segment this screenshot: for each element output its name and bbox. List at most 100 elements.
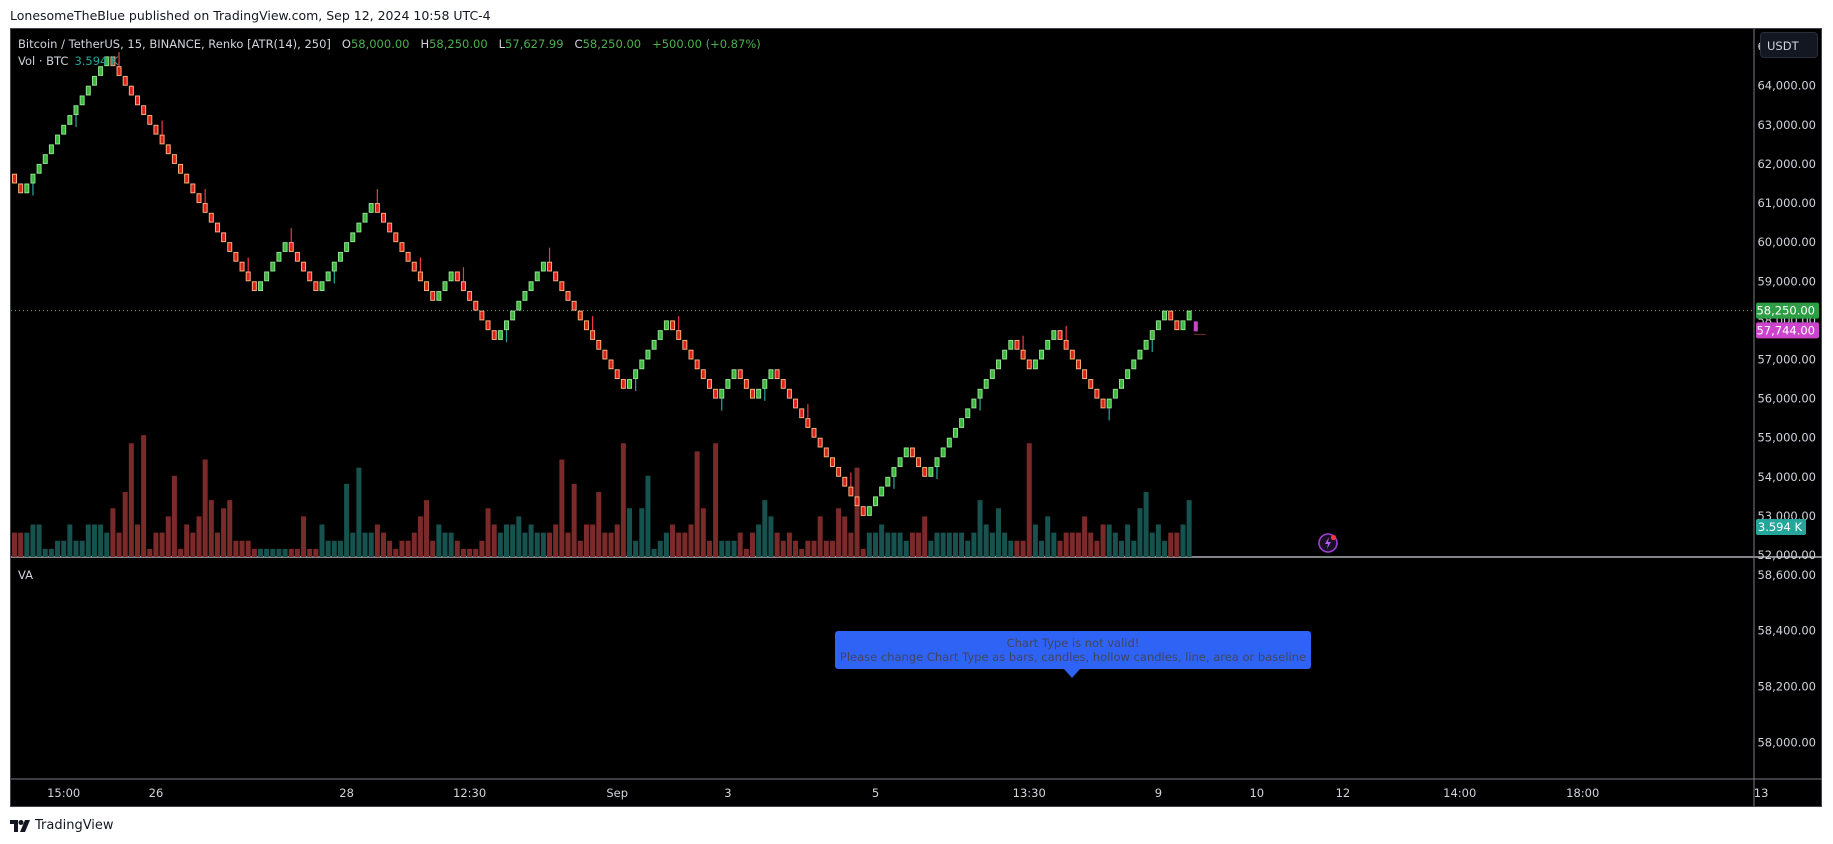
renko-brick[interactable] — [233, 251, 239, 262]
renko-brick[interactable] — [1143, 339, 1149, 350]
renko-brick[interactable] — [1094, 388, 1100, 399]
renko-brick[interactable] — [479, 310, 485, 321]
renko-brick[interactable] — [983, 379, 989, 389]
renko-brick[interactable] — [602, 349, 608, 360]
renko-brick[interactable] — [448, 271, 454, 282]
renko-brick[interactable] — [1008, 339, 1014, 350]
renko-brick[interactable] — [1045, 339, 1051, 350]
renko-brick[interactable] — [996, 359, 1001, 370]
renko-brick[interactable] — [866, 506, 872, 516]
renko-brick[interactable] — [1088, 379, 1094, 389]
renko-brick[interactable] — [460, 281, 466, 292]
renko-brick[interactable] — [67, 115, 73, 125]
renko-brick[interactable] — [873, 496, 878, 507]
renko-brick[interactable] — [522, 291, 528, 301]
renko-brick[interactable] — [565, 291, 571, 301]
renko-brick[interactable] — [1014, 339, 1020, 350]
renko-brick[interactable] — [620, 379, 626, 389]
renko-brick[interactable] — [1131, 359, 1137, 370]
renko-brick[interactable] — [608, 359, 614, 370]
renko-brick[interactable] — [1174, 320, 1180, 331]
renko-brick[interactable] — [171, 154, 177, 164]
renko-brick[interactable] — [270, 261, 276, 272]
renko-brick[interactable] — [196, 193, 202, 204]
renko-brick[interactable] — [79, 95, 85, 106]
renko-brick[interactable] — [251, 281, 257, 292]
renko-brick[interactable] — [614, 369, 620, 380]
renko-brick[interactable] — [307, 271, 313, 282]
renko-brick[interactable] — [1100, 398, 1106, 409]
renko-brick[interactable] — [547, 261, 553, 272]
renko-brick[interactable] — [829, 457, 835, 468]
renko-brick[interactable] — [934, 457, 940, 468]
tradingview-logo[interactable]: TradingView — [10, 818, 114, 833]
renko-brick[interactable] — [583, 320, 589, 331]
renko-brick[interactable] — [55, 134, 61, 145]
renko-brick[interactable] — [294, 251, 300, 262]
renko-brick[interactable] — [977, 388, 983, 399]
renko-brick[interactable] — [497, 330, 503, 340]
renko-brick[interactable] — [903, 447, 909, 458]
renko-brick[interactable] — [1155, 320, 1161, 331]
renko-brick[interactable] — [571, 300, 577, 311]
renko-brick[interactable] — [301, 261, 307, 272]
renko-brick[interactable] — [36, 163, 42, 174]
renko-brick[interactable] — [768, 369, 774, 380]
renko-brick[interactable] — [430, 291, 436, 301]
renko-brick[interactable] — [30, 173, 36, 184]
renko-brick[interactable] — [676, 330, 682, 340]
renko-brick[interactable] — [153, 124, 159, 135]
renko-brick[interactable] — [516, 300, 522, 311]
renko-brick[interactable] — [639, 359, 645, 370]
renko-brick[interactable] — [42, 154, 48, 164]
renko-brick[interactable] — [633, 369, 639, 380]
renko-brick[interactable] — [1112, 388, 1118, 399]
renko-brick[interactable] — [405, 251, 411, 262]
renko-brick[interactable] — [897, 457, 903, 468]
renko-brick[interactable] — [688, 349, 694, 360]
renko-brick[interactable] — [202, 203, 208, 213]
renko-brick[interactable] — [245, 271, 251, 282]
renko-brick[interactable] — [1106, 398, 1112, 409]
chart-canvas[interactable]: 65,000.0064,000.0063,000.0062,000.0061,0… — [0, 0, 1833, 844]
renko-brick[interactable] — [553, 271, 559, 282]
renko-brick[interactable] — [393, 232, 399, 243]
renko-brick[interactable] — [1186, 310, 1192, 321]
renko-brick[interactable] — [989, 369, 995, 380]
renko-brick[interactable] — [885, 476, 891, 487]
renko-brick[interactable] — [793, 398, 799, 409]
renko-brick[interactable] — [1069, 349, 1075, 360]
renko-brick[interactable] — [319, 281, 325, 292]
renko-brick[interactable] — [48, 144, 54, 155]
renko-brick[interactable] — [725, 379, 731, 389]
renko-brick[interactable] — [510, 310, 516, 321]
renko-brick[interactable] — [1002, 349, 1008, 360]
renko-brick[interactable] — [916, 457, 922, 468]
renko-brick[interactable] — [276, 251, 282, 262]
renko-brick[interactable] — [325, 271, 331, 282]
renko-brick[interactable] — [590, 330, 596, 340]
renko-brick[interactable] — [1180, 320, 1186, 331]
renko-brick[interactable] — [1039, 349, 1045, 360]
renko-brick[interactable] — [848, 486, 854, 497]
renko-brick[interactable] — [713, 388, 719, 399]
renko-brick[interactable] — [337, 251, 343, 262]
renko-brick[interactable] — [264, 271, 270, 282]
renko-brick[interactable] — [128, 85, 134, 96]
renko-brick[interactable] — [823, 447, 829, 458]
renko-brick[interactable] — [694, 359, 700, 370]
renko-brick[interactable] — [909, 447, 915, 458]
renko-brick[interactable] — [1137, 349, 1143, 360]
renko-brick[interactable] — [85, 85, 91, 96]
renko-brick[interactable] — [577, 310, 583, 321]
renko-brick[interactable] — [540, 261, 546, 272]
renko-brick[interactable] — [454, 271, 460, 282]
renko-brick[interactable] — [1051, 330, 1057, 340]
renko-brick[interactable] — [891, 467, 897, 477]
renko-brick[interactable] — [1075, 359, 1081, 370]
renko-brick[interactable] — [436, 291, 442, 301]
renko-brick[interactable] — [331, 261, 337, 272]
renko-brick[interactable] — [374, 203, 380, 213]
renko-brick[interactable] — [288, 242, 294, 252]
renko-brick[interactable] — [657, 330, 663, 340]
